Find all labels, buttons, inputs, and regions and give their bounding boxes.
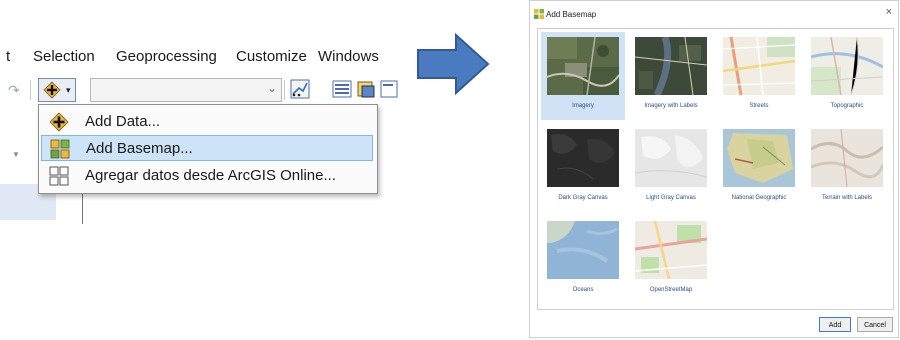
basemap-tile-dark-gray-canvas[interactable]: Dark Gray Canvas — [541, 124, 625, 212]
oceans-thumbnail — [547, 221, 619, 279]
basemap-tile-light-gray-canvas[interactable]: Light Gray Canvas — [629, 124, 713, 212]
menu-item-label: Agregar datos desde ArcGIS Online... — [85, 167, 336, 184]
add-data-plus-icon — [43, 81, 61, 99]
close-icon[interactable]: × — [886, 6, 892, 18]
chevron-down-icon[interactable]: ▼ — [12, 150, 20, 159]
search-window-icon[interactable] — [380, 79, 400, 99]
basemap-tile-label: Topographic — [830, 103, 864, 109]
add-basemap-dialog: Add Basemap × Imagery Imagery with Label… — [529, 0, 899, 338]
arcmap-fragment: t Selection Geoprocessing Customize Wind… — [0, 0, 400, 340]
basemap-tile-topographic[interactable]: Topographic — [805, 32, 889, 120]
dialog-title: Add Basemap — [546, 10, 597, 19]
scale-combobox[interactable]: ⌄ — [90, 78, 282, 102]
menu-item-label: Add Basemap... — [86, 140, 193, 157]
basemap-tile-streets[interactable]: Streets — [717, 32, 801, 120]
menu-item-geoprocessing[interactable]: Geoprocessing — [116, 48, 217, 65]
basemap-grid-icon — [534, 9, 544, 19]
dark-gray-thumbnail — [547, 129, 619, 187]
add-data-plus-icon — [49, 112, 69, 132]
menu-item-partial[interactable]: t — [6, 48, 10, 65]
national-geographic-thumbnail — [723, 129, 795, 187]
terrain-thumbnail — [811, 129, 883, 187]
cancel-button[interactable]: Cancel — [857, 317, 893, 332]
catalog-window-icon[interactable] — [356, 79, 376, 99]
standard-toolbar: ↷ ▾ ⌄ — [0, 74, 400, 104]
menu-bar: t Selection Geoprocessing Customize Wind… — [0, 44, 400, 70]
add-data-button[interactable]: ▾ — [38, 78, 76, 102]
basemap-tile-terrain-labels[interactable]: Terrain with Labels — [805, 124, 889, 212]
basemap-tile-label: Imagery — [572, 103, 594, 109]
basemap-tile-openstreetmap[interactable]: OpenStreetMap — [629, 216, 713, 304]
menu-item-selection[interactable]: Selection — [33, 48, 95, 65]
basemap-tile-national-geographic[interactable]: National Geographic — [717, 124, 801, 212]
basemap-gallery: Imagery Imagery with Labels Streets Topo… — [537, 28, 894, 310]
arcgis-online-grid-icon — [49, 166, 69, 186]
basemap-tile-label: Streets — [749, 103, 769, 109]
imagery-labels-thumbnail — [635, 37, 707, 95]
basemap-tile-label: Terrain with Labels — [821, 195, 873, 201]
basemap-tile-label: Oceans — [572, 287, 594, 293]
basemap-tile-label: OpenStreetMap — [649, 287, 693, 293]
menu-item-label: Add Data... — [85, 113, 161, 130]
toolbar-separator — [284, 80, 285, 100]
menu-item-add-basemap[interactable]: Add Basemap... — [41, 135, 373, 161]
chevron-down-icon[interactable]: ▾ — [66, 85, 71, 96]
editor-toolbar-icon[interactable] — [290, 79, 310, 99]
light-gray-thumbnail — [635, 129, 707, 187]
basemap-tile-label: Imagery with Labels — [644, 103, 698, 109]
chevron-down-icon[interactable]: ⌄ — [267, 81, 277, 95]
basemap-grid-icon — [50, 139, 70, 159]
menu-item-windows[interactable]: Windows — [318, 48, 379, 65]
menu-item-add-data[interactable]: Add Data... — [41, 109, 373, 135]
openstreetmap-thumbnail — [635, 221, 707, 279]
add-button[interactable]: Add — [819, 317, 851, 332]
toolbar-separator — [30, 80, 31, 100]
menu-item-customize[interactable]: Customize — [236, 48, 307, 65]
basemap-tile-label: Light Gray Canvas — [646, 195, 696, 201]
menu-item-add-arcgis-online[interactable]: Agregar datos desde ArcGIS Online... — [41, 163, 373, 189]
basemap-tile-imagery-labels[interactable]: Imagery with Labels — [629, 32, 713, 120]
basemap-tile-oceans[interactable]: Oceans — [541, 216, 625, 304]
imagery-thumbnail — [547, 37, 619, 95]
right-arrow-icon — [417, 32, 490, 96]
topographic-thumbnail — [811, 37, 883, 95]
basemap-tile-label: Dark Gray Canvas — [558, 195, 608, 201]
basemap-tile-label: National Geographic — [731, 195, 787, 201]
add-data-dropdown-menu: Add Data... Add Basemap... Agregar datos… — [38, 104, 378, 194]
streets-thumbnail — [723, 37, 795, 95]
redo-icon[interactable]: ↷ — [8, 82, 20, 99]
table-of-contents-icon[interactable] — [332, 79, 352, 99]
basemap-tile-imagery[interactable]: Imagery — [541, 32, 625, 120]
